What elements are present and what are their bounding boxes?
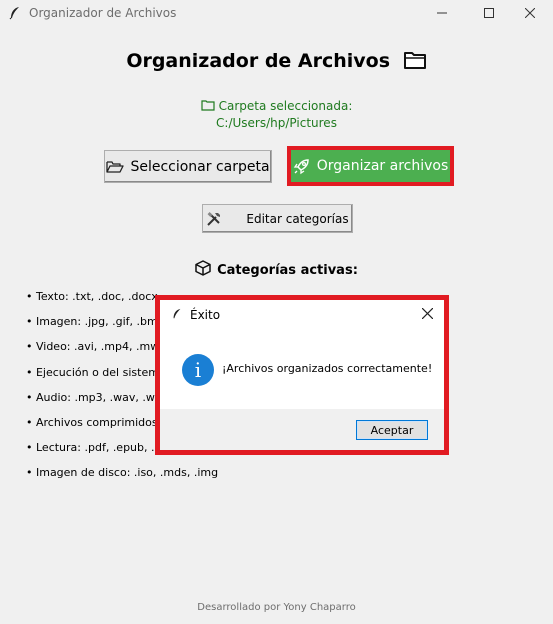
info-icon: i [182,354,214,386]
select-folder-button[interactable]: Seleccionar carpeta [104,150,272,183]
category-item: • Imagen de disco: .iso, .mds, .img [26,466,219,480]
accept-button-label: Aceptar [370,423,414,437]
dialog-title: Éxito [190,308,221,322]
close-icon [525,8,535,18]
select-folder-label: Seleccionar carpeta [130,158,270,175]
accept-button[interactable]: Aceptar [356,420,428,440]
folder-icon [403,52,426,69]
success-dialog: Éxito i ¡Archivos organizados correctame… [160,300,444,450]
edit-categories-label: Editar categorías [246,211,349,226]
feather-icon [9,7,19,20]
dialog-titlebar: Éxito [160,300,444,330]
categories-heading: Categorías activas: [0,260,553,278]
categories-heading-text: Categorías activas: [217,263,358,278]
tools-icon [207,211,221,226]
selected-folder-info: Carpeta seleccionada: C:/Users/hp/Pictur… [0,98,553,132]
page-title-text: Organizador de Archivos [126,50,391,72]
folder-icon [201,100,215,111]
minimize-button[interactable] [419,0,465,26]
feather-icon [173,308,181,319]
selected-folder-path: C:/Users/hp/Pictures [216,116,337,130]
dialog-footer: Aceptar [160,409,444,450]
minimize-icon [437,12,447,14]
rocket-icon [293,159,309,175]
edit-categories-button[interactable]: Editar categorías [202,204,353,233]
footer-credit: Desarrollado por Yony Chaparro [197,602,356,613]
open-folder-icon [106,160,125,173]
maximize-button[interactable] [466,0,512,26]
selected-folder-label: Carpeta seleccionada: [218,99,353,113]
dialog-body: i ¡Archivos organizados correctamente! [160,330,444,409]
dialog-close-icon[interactable] [422,308,433,319]
close-button[interactable] [507,0,553,26]
organize-files-button[interactable]: Organizar archivos [291,150,450,182]
package-icon [195,260,211,276]
organize-files-label: Organizar archivos [316,158,449,174]
window-title: Organizador de Archivos [29,6,177,20]
page-title: Organizador de Archivos [0,50,553,72]
maximize-icon [484,8,494,18]
dialog-message: ¡Archivos organizados correctamente! [222,362,433,375]
window-titlebar: Organizador de Archivos [0,0,553,26]
